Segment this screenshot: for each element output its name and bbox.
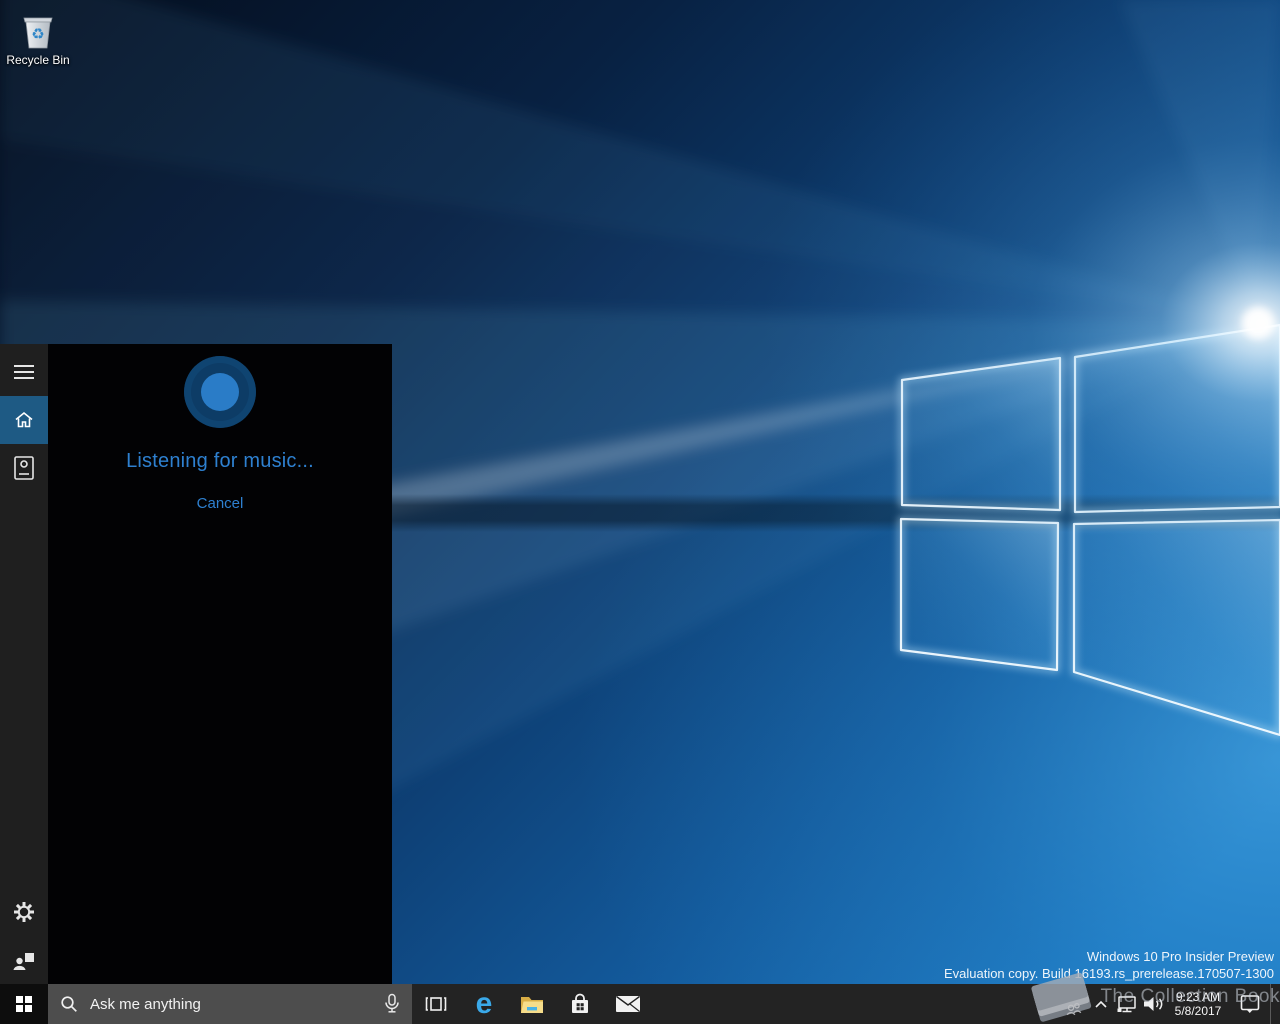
hamburger-icon <box>14 365 34 379</box>
network-icon <box>1117 996 1136 1013</box>
mail-icon <box>616 995 640 1012</box>
cortana-search-box[interactable] <box>48 984 412 1024</box>
cortana-rail-spacer <box>0 492 48 888</box>
cancel-button[interactable]: Cancel <box>197 495 244 512</box>
settings-gear-icon <box>14 902 34 922</box>
mail-button[interactable] <box>604 984 652 1024</box>
cortana-listening-pane: Listening for music... Cancel <box>48 344 392 984</box>
volume-icon <box>1144 997 1163 1011</box>
taskbar: e <box>0 984 1280 1024</box>
hidden-icons-button[interactable] <box>1088 984 1114 1024</box>
recycle-bin-desktop-icon[interactable]: ♻ Recycle Bin <box>0 8 76 67</box>
cortana-settings-button[interactable] <box>0 888 48 936</box>
search-input[interactable] <box>88 994 382 1014</box>
cortana-panel: Listening for music... Cancel <box>0 344 392 984</box>
notebook-icon <box>14 456 34 480</box>
svg-text:♻: ♻ <box>31 25 44 43</box>
clock-date: 5/8/2017 <box>1174 1004 1222 1018</box>
recycle-bin-label: Recycle Bin <box>6 53 70 67</box>
edge-browser-button[interactable]: e <box>460 984 508 1024</box>
home-icon <box>15 411 33 428</box>
action-center-icon <box>1240 995 1260 1013</box>
file-explorer-icon <box>521 997 543 1013</box>
microphone-icon[interactable] <box>382 993 402 1015</box>
cortana-feedback-button[interactable] <box>0 936 48 984</box>
clock-tray-button[interactable]: 9:23 AM 5/8/2017 <box>1166 984 1230 1024</box>
search-icon <box>61 996 77 1012</box>
system-tray: 9:23 AM 5/8/2017 <box>1088 984 1280 1024</box>
task-view-button[interactable] <box>412 984 460 1024</box>
hamburger-menu-button[interactable] <box>0 348 48 396</box>
windows-desktop: ♻ Recycle Bin Windows 10 Pro Insider Pre… <box>0 0 1280 1024</box>
cortana-rail <box>0 344 48 984</box>
windows-logo-icon <box>15 995 33 1013</box>
task-view-icon <box>425 997 447 1011</box>
cortana-listening-dot <box>201 373 239 411</box>
network-button[interactable] <box>1114 984 1140 1024</box>
clock-time: 9:23 AM <box>1175 990 1221 1004</box>
cortana-listening-indicator[interactable] <box>184 356 256 428</box>
action-center-button[interactable] <box>1230 984 1270 1024</box>
start-button[interactable] <box>0 984 48 1024</box>
show-desktop-button[interactable] <box>1270 984 1280 1024</box>
edge-icon: e <box>475 987 493 1020</box>
cortana-notebook-button[interactable] <box>0 444 48 492</box>
listening-status-text: Listening for music... <box>126 450 314 472</box>
store-icon <box>572 993 588 1013</box>
store-button[interactable] <box>556 984 604 1024</box>
chevron-up-icon <box>1095 1000 1107 1008</box>
file-explorer-button[interactable] <box>508 984 556 1024</box>
recycle-bin-icon: ♻ <box>23 17 53 49</box>
volume-button[interactable] <box>1140 984 1166 1024</box>
cortana-home-button[interactable] <box>0 396 48 444</box>
send-feedback-icon <box>13 953 34 970</box>
